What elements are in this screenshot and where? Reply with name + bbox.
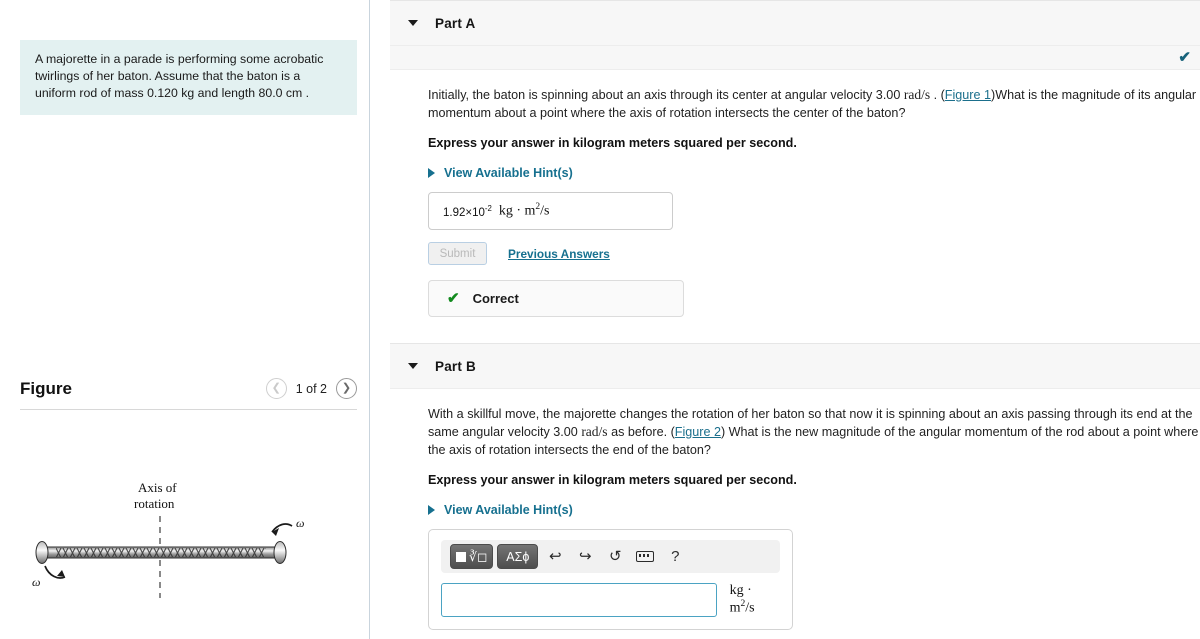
baton-diagram-svg: Axis of rotation ω ω xyxy=(32,480,304,598)
redo-icon[interactable]: ↪ xyxy=(572,544,598,569)
figure-counter: 1 of 2 xyxy=(295,381,327,396)
figure-1-link[interactable]: Figure 1 xyxy=(945,88,991,102)
check-icon: ✔ xyxy=(447,290,460,307)
part-b-hint-label: View Available Hint(s) xyxy=(444,503,573,517)
template-icon[interactable]: ∛◻ xyxy=(450,544,494,569)
part-b-header[interactable]: Part B xyxy=(390,343,1200,389)
part-a-question-pre: Initially, the baton is spinning about a… xyxy=(428,88,901,102)
part-b-section: Part B With a skillful move, the majoret… xyxy=(390,343,1200,639)
part-b-answer-input[interactable] xyxy=(441,583,717,617)
part-a-header[interactable]: Part A xyxy=(390,0,1200,46)
part-a-question: Initially, the baton is spinning about a… xyxy=(428,87,1197,120)
part-a-hint-label: View Available Hint(s) xyxy=(444,166,573,180)
omega-label-left: ω xyxy=(32,575,40,589)
greek-symbols-button[interactable]: ΑΣϕ xyxy=(497,544,539,569)
caret-down-icon[interactable] xyxy=(408,363,418,369)
part-a-answer-value: 1.92×10-2 xyxy=(443,203,492,219)
figure-image[interactable]: Axis of rotation ω ω xyxy=(20,420,357,620)
left-panel: A majorette in a parade is performing so… xyxy=(0,0,370,639)
part-a-submit-row: Submit Previous Answers xyxy=(428,242,1200,265)
part-a-submit-button: Submit xyxy=(428,242,487,265)
part-a-feedback-text: Correct xyxy=(472,291,519,306)
math-toolbar: ∛◻ ΑΣϕ ↩ ↪ ↺ ? xyxy=(441,540,780,573)
part-b-answer-widget: ∛◻ ΑΣϕ ↩ ↪ ↺ ? kg · m2/s xyxy=(428,529,793,630)
part-b-units-label: kg · m2/s xyxy=(729,583,755,616)
part-b-hints-toggle[interactable]: View Available Hint(s) xyxy=(428,503,1200,517)
problem-statement-box: A majorette in a parade is performing so… xyxy=(20,40,357,115)
part-a-body: Initially, the baton is spinning about a… xyxy=(390,70,1200,317)
figure-title: Figure xyxy=(20,378,72,398)
part-a-feedback-box: ✔ Correct xyxy=(428,280,684,317)
part-a-label: Part A xyxy=(435,15,476,31)
part-a-answer-display: 1.92×10-2 kg · m2/s xyxy=(428,192,673,230)
part-b-express-instruction: Express your answer in kilogram meters s… xyxy=(428,473,797,487)
right-panel: Part A ✔ Initially, the baton is spinnin… xyxy=(370,0,1200,639)
math-input-row: kg · m2/s xyxy=(441,583,780,617)
part-b-body: With a skillful move, the majorette chan… xyxy=(390,389,1200,639)
part-a-previous-answers-link[interactable]: Previous Answers xyxy=(508,247,610,261)
part-a-express-instruction: Express your answer in kilogram meters s… xyxy=(428,136,797,150)
part-a-answer-units: kg · m2/s xyxy=(498,202,550,219)
part-a-answer-exponent: -2 xyxy=(484,203,492,213)
mastering-physics-page: A majorette in a parade is performing so… xyxy=(0,0,1200,639)
caret-right-icon xyxy=(428,505,435,515)
axis-label-line1: Axis of xyxy=(138,480,177,495)
figure-navigation: ❮ 1 of 2 ❯ xyxy=(265,378,357,399)
part-a-question-mid: . xyxy=(933,88,938,102)
baton-end-cap-left xyxy=(35,541,49,564)
baton-knurling xyxy=(56,548,266,557)
part-a-question-unit: rad/s xyxy=(903,87,931,102)
keyboard-icon[interactable] xyxy=(632,544,658,569)
help-icon[interactable]: ? xyxy=(662,544,688,569)
undo-icon[interactable]: ↩ xyxy=(542,544,568,569)
part-b-question: With a skillful move, the majorette chan… xyxy=(428,405,1200,459)
problem-statement-text: A majorette in a parade is performing so… xyxy=(35,52,324,100)
omega-arrow-left xyxy=(57,570,65,577)
figure-header: Figure ❮ 1 of 2 ❯ xyxy=(20,378,357,410)
baton-end-cap-right xyxy=(273,541,287,564)
caret-down-icon[interactable] xyxy=(408,20,418,26)
part-a-status-strip: ✔ xyxy=(390,46,1200,70)
part-b-label: Part B xyxy=(435,358,476,374)
omega-label-right: ω xyxy=(296,516,304,530)
reset-icon[interactable]: ↺ xyxy=(602,544,628,569)
caret-right-icon xyxy=(428,168,435,178)
part-a-hints-toggle[interactable]: View Available Hint(s) xyxy=(428,166,1200,180)
figure-2-link[interactable]: Figure 2 xyxy=(675,425,721,439)
check-icon: ✔ xyxy=(1178,49,1191,66)
part-b-question-unit: rad/s xyxy=(581,424,608,439)
chevron-right-icon[interactable]: ❯ xyxy=(336,378,357,399)
chevron-left-icon[interactable]: ❮ xyxy=(265,378,287,399)
axis-label-line2: rotation xyxy=(134,496,175,511)
part-a-section: Part A ✔ Initially, the baton is spinnin… xyxy=(390,0,1200,317)
part-b-question-mid: as before. ( xyxy=(611,425,675,439)
